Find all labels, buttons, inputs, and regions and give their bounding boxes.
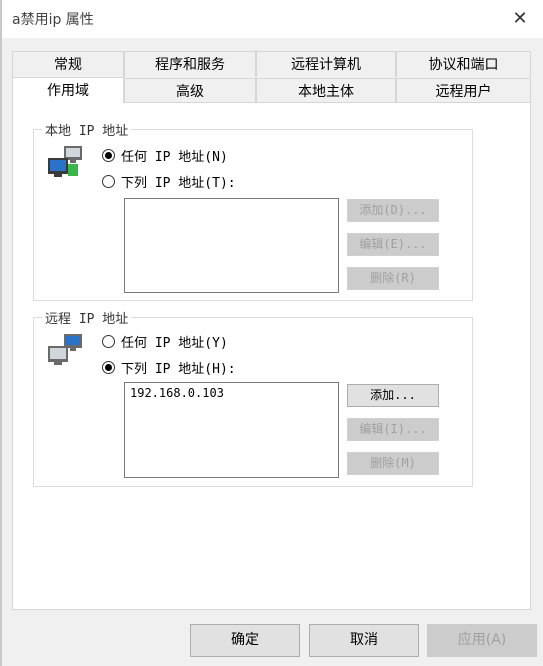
tab-protocols-ports[interactable]: 协议和端口 — [396, 51, 531, 77]
remote-ip-entry[interactable]: 192.168.0.103 — [130, 386, 333, 400]
remote-any-radio[interactable] — [102, 335, 115, 348]
local-any-radio[interactable] — [102, 149, 115, 162]
remote-add-button[interactable]: 添加... — [347, 384, 439, 407]
window-left-edge — [0, 0, 2, 666]
local-list-radio[interactable] — [102, 175, 115, 188]
local-add-button[interactable]: 添加(D)... — [347, 199, 439, 222]
network-computers-icon — [48, 334, 82, 365]
local-ip-group-label: 本地 IP 地址 — [42, 120, 132, 139]
local-list-label: 下列 IP 地址(T): — [121, 176, 236, 191]
network-computers-icon — [48, 146, 82, 177]
local-list-ip-option[interactable]: 下列 IP 地址(T): — [102, 172, 236, 191]
local-edit-button[interactable]: 编辑(E)... — [347, 233, 439, 256]
remote-any-ip-option[interactable]: 任何 IP 地址(Y) — [102, 332, 228, 351]
remote-remove-button[interactable]: 删除(M) — [347, 452, 439, 475]
tab-programs-services[interactable]: 程序和服务 — [124, 51, 256, 77]
local-any-label: 任何 IP 地址(N) — [121, 150, 228, 165]
remote-any-label: 任何 IP 地址(Y) — [121, 336, 228, 351]
close-icon[interactable]: ✕ — [507, 6, 533, 32]
remote-edit-button[interactable]: 编辑(I)... — [347, 418, 439, 441]
remote-ip-group: 远程 IP 地址 任何 IP 地址(Y) 下列 IP 地址(H): 192.16… — [33, 308, 473, 487]
tab-scope[interactable]: 作用域 — [12, 77, 124, 103]
local-remove-button[interactable]: 删除(R) — [347, 267, 439, 290]
remote-ip-group-label: 远程 IP 地址 — [42, 308, 132, 327]
apply-button[interactable]: 应用(A) — [427, 624, 537, 657]
tab-local-principals[interactable]: 本地主体 — [256, 78, 396, 104]
remote-list-radio[interactable] — [102, 361, 115, 374]
local-any-ip-option[interactable]: 任何 IP 地址(N) — [102, 146, 228, 165]
local-ip-listbox[interactable] — [124, 198, 339, 293]
tab-remote-computers[interactable]: 远程计算机 — [256, 51, 396, 77]
remote-list-ip-option[interactable]: 下列 IP 地址(H): — [102, 358, 236, 377]
tab-general[interactable]: 常规 — [12, 51, 124, 77]
tab-remote-users[interactable]: 远程用户 — [396, 78, 531, 104]
scope-panel: 本地 IP 地址 任何 IP 地址(N) 下列 IP 地址(T): 添加(D).… — [12, 102, 531, 610]
radio-selected-dot — [105, 152, 112, 159]
radio-selected-dot — [105, 364, 112, 371]
remote-ip-listbox[interactable]: 192.168.0.103 — [124, 382, 339, 478]
window-title: a禁用ip 属性 — [12, 12, 94, 28]
tab-advanced[interactable]: 高级 — [124, 78, 256, 104]
cancel-button[interactable]: 取消 — [309, 624, 419, 657]
ok-button[interactable]: 确定 — [190, 624, 300, 657]
properties-window: a禁用ip 属性 ✕ 常规 程序和服务 远程计算机 协议和端口 作用域 高级 本… — [0, 0, 543, 666]
title-bar: a禁用ip 属性 ✕ — [0, 0, 543, 38]
local-ip-group: 本地 IP 地址 任何 IP 地址(N) 下列 IP 地址(T): 添加(D).… — [33, 120, 473, 301]
remote-list-label: 下列 IP 地址(H): — [121, 362, 236, 377]
